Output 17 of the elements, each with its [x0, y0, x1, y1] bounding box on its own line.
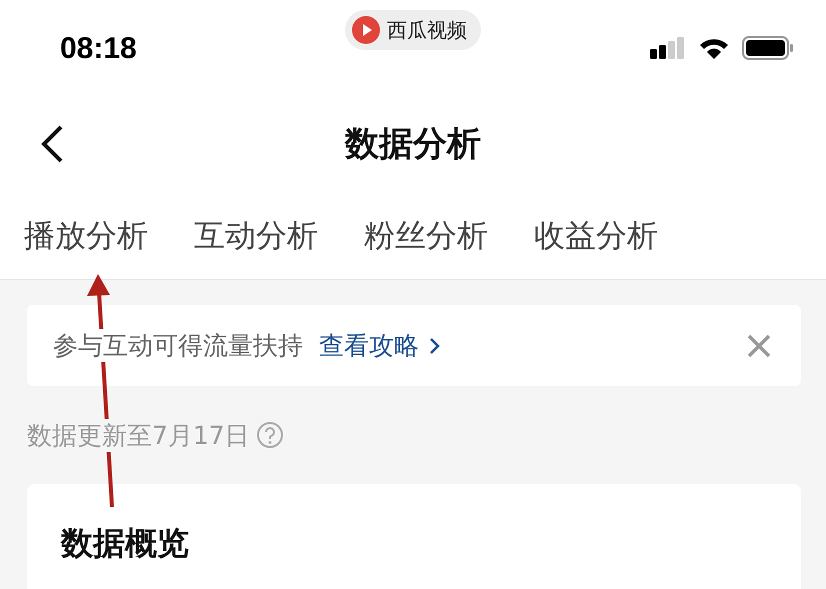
- tab[interactable]: 收益分析: [534, 214, 658, 256]
- close-icon[interactable]: [747, 334, 771, 358]
- tab[interactable]: 互动分析: [194, 214, 318, 256]
- chevron-right-icon: [429, 336, 441, 356]
- app-name: 西瓜视频: [387, 16, 467, 44]
- card-title: 数据概览: [61, 524, 189, 562]
- help-icon[interactable]: [256, 421, 284, 449]
- status-time: 08:18: [60, 31, 137, 66]
- tab[interactable]: 粉丝分析: [364, 214, 488, 256]
- promo-text: 参与互动可得流量扶持: [53, 329, 303, 362]
- play-logo-icon: [351, 15, 381, 45]
- guide-link[interactable]: 查看攻略: [319, 329, 441, 362]
- tab[interactable]: 播放分析: [24, 214, 148, 256]
- battery-icon: [742, 36, 794, 60]
- signal-icon: [650, 36, 686, 60]
- back-icon[interactable]: [40, 124, 64, 164]
- page-title: 数据分析: [345, 123, 481, 166]
